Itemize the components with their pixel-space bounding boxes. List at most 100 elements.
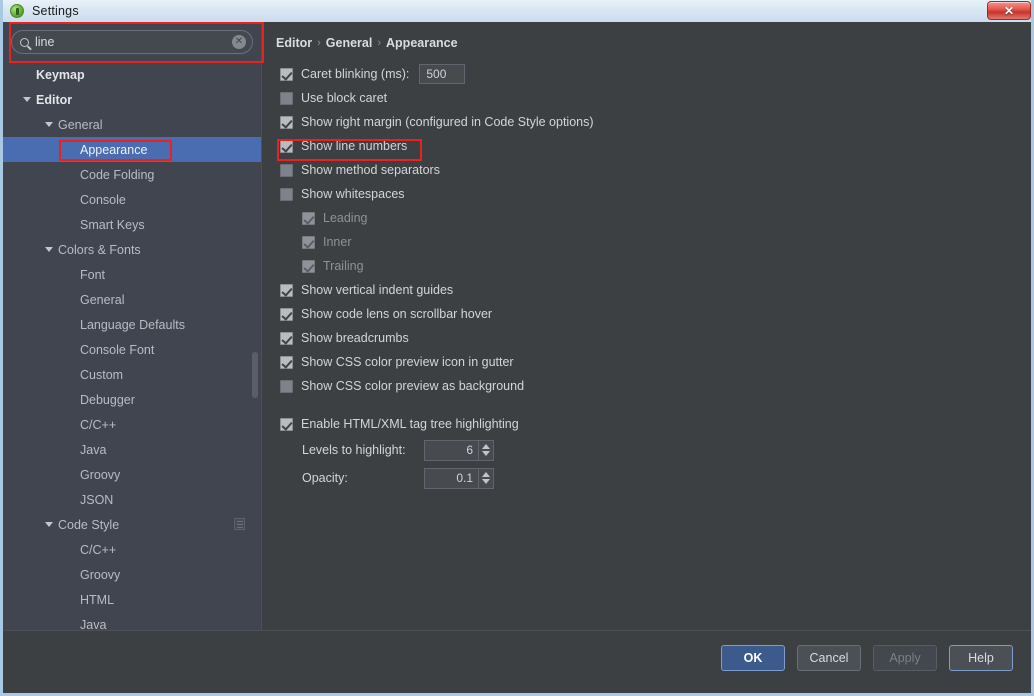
checkbox-show-vertical-indent-guides[interactable] [280, 283, 293, 297]
sidebar-item-appearance[interactable]: Appearance [3, 137, 261, 162]
checkbox-show-breadcrumbs[interactable] [280, 331, 293, 345]
sidebar-item-java[interactable]: Java [3, 437, 261, 462]
caret-blinking-input[interactable]: 500 [419, 64, 466, 84]
checkbox-trailing [302, 259, 315, 273]
sidebar-item-html[interactable]: HTML [3, 587, 261, 612]
sidebar-item-language-defaults[interactable]: Language Defaults [3, 312, 261, 337]
checkbox-caret-blinking-ms[interactable] [280, 67, 293, 81]
option-row-trailing[interactable]: Trailing [280, 254, 1000, 278]
checkbox-leading [302, 211, 315, 225]
sidebar-item-editor[interactable]: Editor [3, 87, 261, 112]
settings-tree: Keymap Editor General Appearance Code Foldin… [3, 62, 261, 630]
dialog-footer: OK Cancel Apply Help [3, 630, 1031, 690]
spinner-down-icon[interactable] [482, 451, 490, 456]
option-row-show-line-numbers[interactable]: Show line numbers [280, 134, 1000, 158]
option-row-show-whitespaces[interactable]: Show whitespaces [280, 182, 1000, 206]
option-label: Show vertical indent guides [301, 283, 454, 297]
checkbox-use-block-caret[interactable] [280, 91, 293, 105]
spinner-down-icon[interactable] [482, 479, 490, 484]
option-label: Show CSS color preview as background [301, 379, 525, 393]
option-label: Caret blinking (ms): [301, 67, 410, 81]
clear-search-icon[interactable]: ✕ [232, 35, 246, 49]
spinner-up-icon[interactable] [482, 472, 490, 477]
sidebar-item-keymap[interactable]: Keymap [3, 62, 261, 87]
chevron-down-icon[interactable] [45, 122, 53, 127]
option-label: Show method separators [301, 163, 440, 177]
sidebar-item-code-style[interactable]: Code Style [3, 512, 261, 537]
sidebar-item-label: Font [80, 267, 106, 282]
sidebar-item-json[interactable]: JSON [3, 487, 261, 512]
option-row-show-css-color-preview-icon-in-gutter[interactable]: Show CSS color preview icon in gutter [280, 350, 1000, 374]
checkbox-show-method-separators[interactable] [280, 163, 293, 177]
settings-window: Settings ✕ line ✕ Keymap Editor General App… [0, 0, 1034, 696]
spinner-value[interactable]: 0.1 [425, 469, 478, 488]
option-row-show-vertical-indent-guides[interactable]: Show vertical indent guides [280, 278, 1000, 302]
sidebar-item-debugger[interactable]: Debugger [3, 387, 261, 412]
option-label: Show line numbers [301, 139, 408, 153]
option-row-enable-html-xml-tag-tree-highlighting[interactable]: Enable HTML/XML tag tree highlighting [280, 412, 1000, 436]
sidebar-item-groovy[interactable]: Groovy [3, 562, 261, 587]
sidebar-item-label: Console Font [80, 342, 155, 357]
checkbox-show-whitespaces[interactable] [280, 187, 293, 201]
sidebar-item-label: Code Style [58, 517, 120, 532]
checkbox-show-css-color-preview-icon-in-gutter[interactable] [280, 355, 293, 369]
checkbox-show-css-color-preview-as-background[interactable] [280, 379, 293, 393]
sidebar-item-label: Java [80, 617, 107, 631]
sidebar-item-label: Groovy [80, 467, 121, 482]
search-input-value: line [35, 35, 55, 49]
title-bar: Settings ✕ [3, 0, 1031, 22]
sidebar-item-code-folding[interactable]: Code Folding [3, 162, 261, 187]
checkbox-inner [302, 235, 315, 249]
help-button[interactable]: Help [949, 645, 1013, 671]
spinner-value[interactable]: 6 [425, 441, 478, 460]
search-input[interactable]: line ✕ [11, 30, 253, 54]
option-row-inner[interactable]: Inner [280, 230, 1000, 254]
option-label: Show right margin (configured in Code St… [301, 115, 594, 129]
sidebar-item-groovy[interactable]: Groovy [3, 462, 261, 487]
chevron-down-icon[interactable] [45, 247, 53, 252]
checkbox-show-right-margin-configured-in-code-style-options[interactable] [280, 115, 293, 129]
spinner-levels-to-highlight[interactable]: 6 [424, 439, 494, 461]
option-row-leading[interactable]: Leading [280, 206, 1000, 230]
option-label: Show breadcrumbs [301, 331, 409, 345]
sidebar-item-console[interactable]: Console [3, 187, 261, 212]
sidebar-item-custom[interactable]: Custom [3, 362, 261, 387]
sidebar-item-label: Appearance [80, 142, 148, 157]
settings-app-icon [10, 4, 24, 18]
checkbox-show-code-lens-on-scrollbar-hover[interactable] [280, 307, 293, 321]
sidebar-item-smart-keys[interactable]: Smart Keys [3, 212, 261, 237]
option-row-use-block-caret[interactable]: Use block caret [280, 86, 1000, 110]
sidebar-scrollbar-thumb[interactable] [252, 352, 258, 398]
spinner-opacity[interactable]: 0.1 [424, 467, 494, 489]
chevron-down-icon[interactable] [23, 97, 31, 102]
spinner-up-icon[interactable] [482, 444, 490, 449]
code-style-scheme-icon[interactable] [234, 518, 245, 530]
option-row-show-right-margin-configured-in-code-style-options[interactable]: Show right margin (configured in Code St… [280, 110, 1000, 134]
option-row-show-breadcrumbs[interactable]: Show breadcrumbs [280, 326, 1000, 350]
cancel-button[interactable]: Cancel [797, 645, 861, 671]
option-row-show-css-color-preview-as-background[interactable]: Show CSS color preview as background [280, 374, 1000, 398]
chevron-down-icon[interactable] [45, 522, 53, 527]
option-row-show-method-separators[interactable]: Show method separators [280, 158, 1000, 182]
settings-sidebar: line ✕ Keymap Editor General Appearance Code… [3, 22, 261, 630]
sidebar-item-java[interactable]: Java [3, 612, 261, 631]
ok-button[interactable]: OK [721, 645, 785, 671]
option-row-show-code-lens-on-scrollbar-hover[interactable]: Show code lens on scrollbar hover [280, 302, 1000, 326]
option-label: Show whitespaces [301, 187, 405, 201]
sidebar-item-font[interactable]: Font [3, 262, 261, 287]
sidebar-scrollbar[interactable] [251, 62, 259, 630]
sidebar-item-c-c[interactable]: C/C++ [3, 537, 261, 562]
sidebar-item-general[interactable]: General [3, 287, 261, 312]
option-row-caret-blinking-ms[interactable]: Caret blinking (ms): 500 [280, 62, 1000, 86]
option-label: Inner [323, 235, 352, 249]
checkbox-show-line-numbers[interactable] [280, 139, 293, 153]
sidebar-item-label: Code Folding [80, 167, 155, 182]
sidebar-item-label: Groovy [80, 567, 121, 582]
sidebar-item-general[interactable]: General [3, 112, 261, 137]
sidebar-item-console-font[interactable]: Console Font [3, 337, 261, 362]
close-icon[interactable]: ✕ [987, 1, 1031, 20]
sidebar-item-c-c[interactable]: C/C++ [3, 412, 261, 437]
checkbox-enable-html-xml-tag-tree-highlighting[interactable] [280, 417, 293, 431]
sidebar-item-colors-fonts[interactable]: Colors & Fonts [3, 237, 261, 262]
